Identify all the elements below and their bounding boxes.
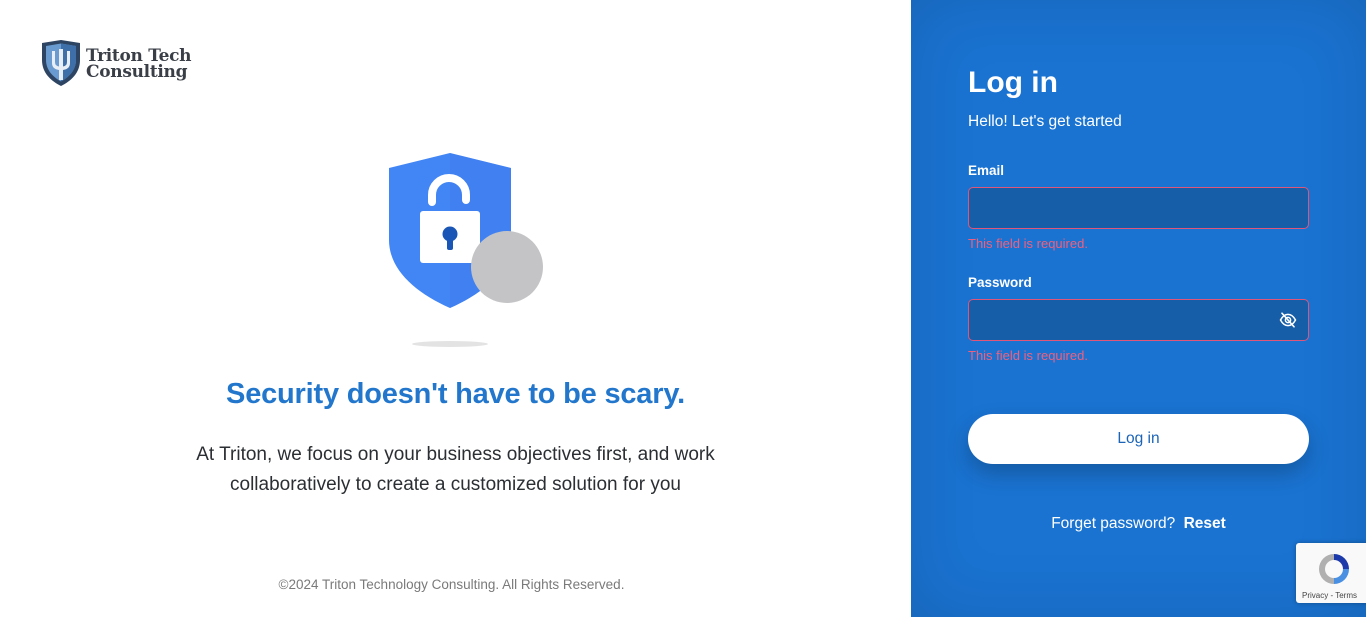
password-label: Password — [968, 275, 1032, 290]
forgot-password-text: Forget password? — [1051, 515, 1176, 532]
email-error: This field is required. — [968, 236, 1088, 251]
recaptcha-links: Privacy - Terms — [1302, 591, 1357, 600]
hero-shadow — [412, 341, 488, 347]
hero-description: At Triton, we focus on your business obj… — [0, 440, 911, 500]
password-error: This field is required. — [968, 348, 1088, 363]
brand-name: Triton Tech Consulting — [86, 48, 192, 82]
unlocked-shield-icon — [389, 153, 543, 308]
password-field[interactable] — [969, 300, 1308, 340]
brand-logo[interactable]: Triton Tech Consulting — [40, 40, 192, 87]
trident-shield-logo-icon — [42, 40, 80, 86]
login-subtitle: Hello! Let's get started — [968, 113, 1122, 130]
hero-description-line1: At Triton, we focus on your business obj… — [196, 444, 715, 465]
email-field-container — [968, 187, 1309, 229]
login-button[interactable]: Log in — [968, 414, 1309, 464]
recaptcha-privacy-link[interactable]: Privacy — [1302, 591, 1328, 600]
recaptcha-icon — [1319, 554, 1349, 584]
login-panel: Log in Hello! Let's get started Email Th… — [911, 0, 1366, 617]
email-label: Email — [968, 163, 1005, 178]
brand-name-line2: Consulting — [86, 62, 188, 82]
recaptcha-terms-link[interactable]: Terms — [1335, 591, 1357, 600]
left-panel: Triton Tech Consulting Security doesn't … — [0, 0, 911, 617]
hero-headline: Security doesn't have to be scary. — [226, 378, 685, 410]
recaptcha-badge[interactable]: Privacy - Terms — [1296, 543, 1366, 603]
reset-link[interactable]: Reset — [1184, 515, 1226, 532]
forgot-password-row: Forget password? Reset — [911, 515, 1366, 533]
login-title: Log in — [968, 66, 1058, 99]
email-field[interactable] — [969, 188, 1308, 228]
copyright-text: ©2024 Triton Technology Consulting. All … — [278, 577, 625, 592]
eye-slash-icon[interactable] — [1279, 311, 1297, 329]
password-field-container — [968, 299, 1309, 341]
hero-description-line2: collaboratively to create a customized s… — [230, 474, 681, 495]
